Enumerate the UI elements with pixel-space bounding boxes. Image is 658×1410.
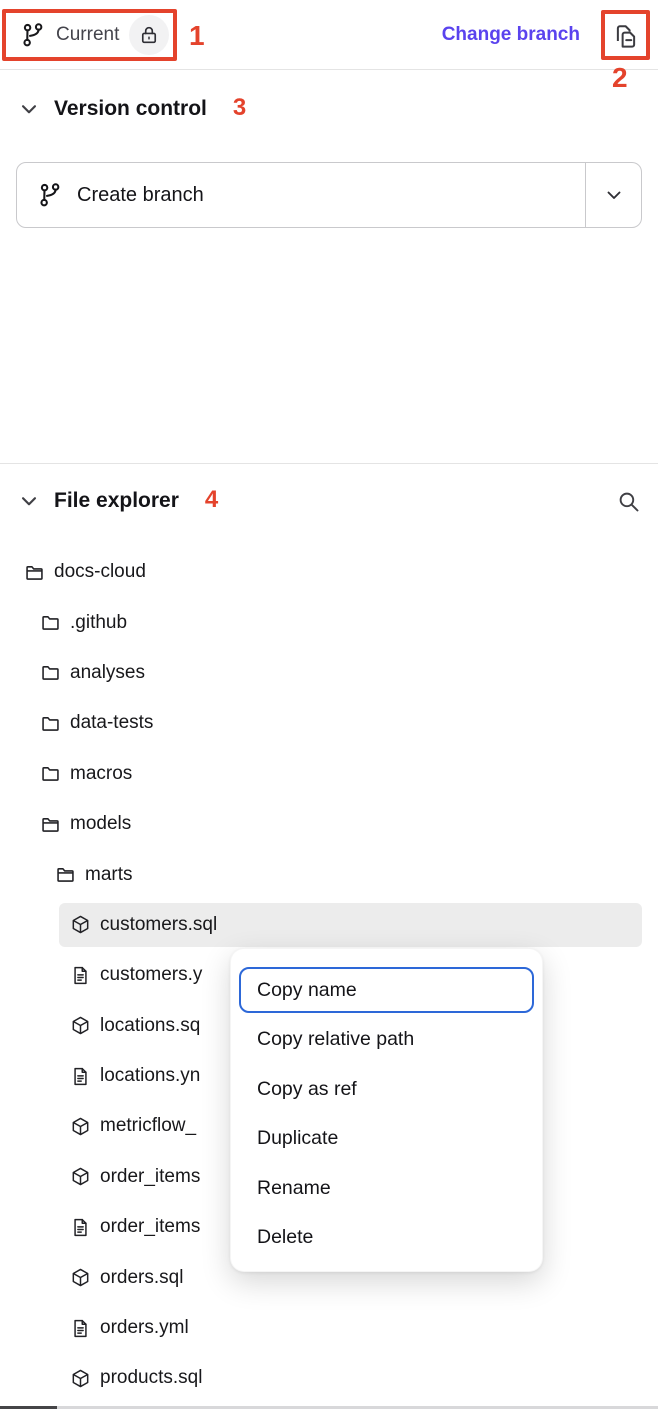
document-icon [70,965,91,986]
chevron-down-icon[interactable] [16,96,42,122]
branch-toolbar: Current Change branch [0,0,658,70]
menu-item-label: Copy relative path [257,1028,414,1051]
model-cube-icon [70,914,91,935]
file-name-label: locations.sq [100,1015,200,1037]
create-branch-split-button: Create branch [16,162,642,228]
model-cube-icon [70,1015,91,1036]
menu-item-label: Delete [257,1226,313,1249]
menu-item-label: Copy name [257,979,357,1002]
bottom-strip-light-segment [57,1406,658,1409]
file-name-label: data-tests [70,712,153,734]
file-name-label: locations.yn [100,1065,200,1087]
folder-icon [40,763,61,784]
annotation-number-3: 3 [233,94,246,122]
file-name-label: .github [70,612,127,634]
file-name-label: products.sql [100,1367,202,1389]
file-name-label: order_items [100,1166,200,1188]
create-branch-label: Create branch [77,184,204,207]
version-control-header: Version control 3 [0,90,658,128]
file-context-menu: Copy name Copy relative path Copy as ref… [230,948,543,1272]
model-cube-icon [70,1368,91,1389]
file-tree-item[interactable]: orders.yml [0,1303,658,1353]
folder-icon [40,713,61,734]
ide-sidebar: Current Change branch 1 2 Version contro… [0,0,658,1410]
lock-icon [138,24,160,46]
file-name-label: metricflow_ [100,1115,196,1137]
file-tree-item[interactable]: macros [0,749,658,799]
file-tree-item[interactable]: products.sql [0,1353,658,1403]
document-icon [70,1318,91,1339]
context-menu-item[interactable]: Copy name [239,967,534,1013]
folder-icon [40,612,61,633]
file-tree-item[interactable]: docs-cloud [0,547,658,597]
file-name-label: orders.yml [100,1317,189,1339]
context-menu-item[interactable]: Duplicate [239,1116,534,1162]
file-tree-item[interactable]: customers.sql [0,900,658,950]
current-branch-button[interactable]: Current [20,15,169,55]
file-name-label: customers.y [100,964,202,986]
file-name-label: order_items [100,1216,200,1238]
file-name-label: docs-cloud [54,561,146,583]
git-branch-icon [37,182,63,208]
context-menu-item[interactable]: Rename [239,1165,534,1211]
file-tree-item[interactable]: marts [0,849,658,899]
model-cube-icon [70,1116,91,1137]
file-tree-item[interactable]: .github [0,597,658,647]
file-tree-item[interactable]: models [0,799,658,849]
copy-icon [611,21,641,51]
file-name-label: customers.sql [100,914,217,936]
current-branch-label: Current [56,24,119,46]
file-tree-item[interactable]: data-tests [0,698,658,748]
chevron-down-icon[interactable] [16,488,42,514]
folder-icon [40,662,61,683]
file-name-label: orders.sql [100,1267,183,1289]
file-explorer-header: File explorer 4 [0,482,658,520]
file-explorer-title: File explorer [54,489,179,513]
annotation-number-4: 4 [205,486,218,514]
menu-item-label: Rename [257,1177,331,1200]
branch-lock-badge [129,15,169,55]
section-divider [0,463,658,464]
model-cube-icon [70,1267,91,1288]
document-icon [70,1217,91,1238]
menu-item-label: Copy as ref [257,1078,357,1101]
bottom-strip-dark-segment [0,1406,57,1409]
file-tree-item[interactable]: analyses [0,648,658,698]
git-branch-icon [20,22,46,48]
create-branch-dropdown-toggle[interactable] [585,163,641,227]
context-menu-item[interactable]: Copy as ref [239,1066,534,1112]
menu-item-label: Duplicate [257,1127,338,1150]
file-name-label: marts [85,864,133,886]
file-name-label: models [70,813,131,835]
folder-open-icon [55,864,76,885]
copy-branch-name-button[interactable] [602,11,650,60]
context-menu-item[interactable]: Copy relative path [239,1017,534,1063]
chevron-down-icon [602,183,626,207]
document-icon [70,1066,91,1087]
change-branch-link[interactable]: Change branch [442,24,580,46]
file-name-label: macros [70,763,132,785]
bottom-edge-strip [0,1406,658,1409]
folder-open-icon [24,562,45,583]
version-control-title: Version control [54,97,207,121]
file-name-label: analyses [70,662,145,684]
context-menu-item[interactable]: Delete [239,1215,534,1261]
model-cube-icon [70,1166,91,1187]
folder-open-icon [40,814,61,835]
search-icon[interactable] [615,488,642,515]
create-branch-button[interactable]: Create branch [17,163,585,227]
